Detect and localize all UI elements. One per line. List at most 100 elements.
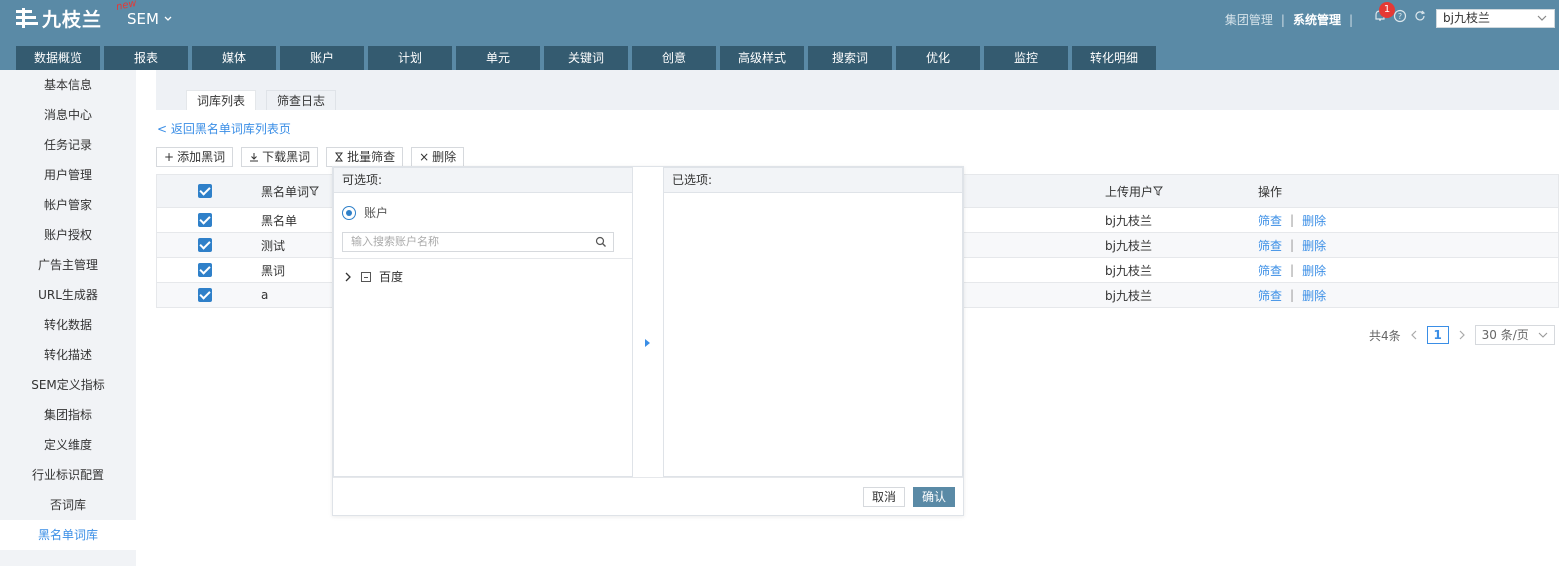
sidebar-item-conversion-desc[interactable]: 转化描述 [0,340,136,370]
nav-tab-account[interactable]: 账户 [280,46,364,70]
page-size-select[interactable]: 30 条/页 [1474,325,1555,345]
page-number[interactable]: 1 [1426,326,1449,344]
nav-tab-reports[interactable]: 报表 [104,46,188,70]
row-user: bj九枝兰 [1105,213,1152,228]
total-count: 共4条 [1369,328,1401,343]
sidebar-item-negative-words[interactable]: 否词库 [0,490,136,520]
collapse-icon[interactable] [361,271,371,282]
divider: | [1290,288,1295,302]
sidebar-item-user-management[interactable]: 用户管理 [0,160,136,190]
sidebar-item-account-steward[interactable]: 帐户管家 [0,190,136,220]
nav-tab-optimize[interactable]: 优化 [896,46,980,70]
account-search-input[interactable]: 输入搜索账户名称 [342,232,614,252]
row-word: 黑词 [261,263,286,278]
notification-badge: 1 [1379,2,1395,18]
add-blackword-button[interactable]: + 添加黑词 [156,147,234,167]
move-right-icon[interactable] [645,339,650,347]
screen-link[interactable]: 筛查 [1258,237,1282,254]
account-radio-label: 账户 [364,206,389,220]
sidebar-item-industry-config[interactable]: 行业标识配置 [0,460,136,490]
checkbox [198,263,212,277]
row-checkbox[interactable] [198,258,212,282]
system-management-link[interactable]: 系统管理 [1293,11,1341,28]
available-title: 可选项: [334,168,632,193]
help-icon[interactable]: ? [1393,9,1407,23]
batch-screen-label: 批量筛查 [347,150,396,164]
nav-tab-search-terms[interactable]: 搜索词 [808,46,892,70]
divider: | [1348,12,1353,27]
action-toolbar: + 添加黑词 下载黑词 批量筛查 × 删除 [156,147,465,167]
filter-icon[interactable] [1153,186,1163,196]
screen-link[interactable]: 筛查 [1258,287,1282,304]
refresh-icon[interactable] [1413,9,1427,23]
nav-tab-creative[interactable]: 创意 [632,46,716,70]
user-select[interactable]: bj九枝兰 [1436,9,1555,28]
nav-tab-media[interactable]: 媒体 [192,46,276,70]
row-checkbox[interactable] [198,283,212,307]
product-name: SEM [127,10,159,28]
sidebar-item-blacklist[interactable]: 黑名单词库 [0,520,136,550]
sidebar-item-basic-info[interactable]: 基本信息 [0,70,136,100]
delete-link[interactable]: 删除 [1302,287,1326,304]
tab-word-list[interactable]: 词库列表 [186,90,257,110]
screen-link[interactable]: 筛查 [1258,212,1282,229]
account-radio[interactable]: 账户 [342,204,388,221]
delete-link[interactable]: 删除 [1302,262,1326,279]
row-checkbox[interactable] [198,233,212,257]
account-selector-dialog: 可选项: 账户 输入搜索账户名称 百度 已选项: 取消 确认 [332,166,964,516]
tree-node-baidu[interactable]: 百度 [344,268,403,285]
row-ops: 筛查 | 删除 [1258,283,1326,307]
chevron-left-icon[interactable] [1409,330,1419,340]
tree-node-label: 百度 [379,270,404,284]
back-link[interactable]: < 返回黑名单词库列表页 [157,120,291,137]
download-blackword-button[interactable]: 下载黑词 [241,147,319,167]
delete-button[interactable]: × 删除 [411,147,465,167]
sidebar-item-account-auth[interactable]: 账户授权 [0,220,136,250]
sidebar-item-url-generator[interactable]: URL生成器 [0,280,136,310]
chevron-right-icon[interactable] [344,272,353,282]
tab-screening-log[interactable]: 筛查日志 [266,90,337,110]
user-name: bj九枝兰 [1443,11,1490,25]
screen-link[interactable]: 筛查 [1258,262,1282,279]
nav-tab-advanced-style[interactable]: 高级样式 [720,46,804,70]
top-links: 集团管理 | 系统管理 | [1225,11,1353,28]
svg-text:?: ? [1398,12,1402,21]
product-switcher[interactable]: SEM [127,10,173,28]
nav-tab-keywords[interactable]: 关键词 [544,46,628,70]
sidebar-item-conversion-data[interactable]: 转化数据 [0,310,136,340]
sidebar-item-task-log[interactable]: 任务记录 [0,130,136,160]
sidebar-item-message-center[interactable]: 消息中心 [0,100,136,130]
nav-tab-plan[interactable]: 计划 [368,46,452,70]
row-checkbox[interactable] [198,208,212,232]
chevron-down-icon [1538,332,1548,338]
search-icon[interactable] [595,236,607,248]
cancel-button[interactable]: 取消 [863,487,905,507]
sidebar-item-sem-metrics[interactable]: SEM定义指标 [0,370,136,400]
divider: | [1290,213,1295,227]
group-management-link[interactable]: 集团管理 [1225,11,1273,28]
filter-icon[interactable] [309,186,319,196]
search-placeholder: 输入搜索账户名称 [351,235,439,248]
sidebar-item-group-metrics[interactable]: 集团指标 [0,400,136,430]
row-ops: 筛查 | 删除 [1258,233,1326,257]
batch-screen-button[interactable]: 批量筛查 [326,147,404,167]
delete-link[interactable]: 删除 [1302,237,1326,254]
sidebar-item-dimensions[interactable]: 定义维度 [0,430,136,460]
sidebar-item-advertiser-management[interactable]: 广告主管理 [0,250,136,280]
confirm-button[interactable]: 确认 [913,487,955,507]
delete-link[interactable]: 删除 [1302,212,1326,229]
dialog-footer: 取消 确认 [333,477,963,515]
chevron-right-icon[interactable] [1457,330,1467,340]
col-operation: 操作 [1258,184,1283,199]
nav-tab-overview[interactable]: 数据概览 [16,46,100,70]
logo-icon [16,8,38,28]
select-all-checkbox[interactable] [198,175,212,207]
nav-tab-unit[interactable]: 单元 [456,46,540,70]
col-word: 黑名单词 [261,175,319,207]
logo[interactable]: 九枝兰 [16,6,102,31]
checkbox [198,184,212,198]
checkbox [198,213,212,227]
nav-tab-conversion-detail[interactable]: 转化明细 [1072,46,1156,70]
chevron-down-icon [164,16,172,21]
nav-tab-monitor[interactable]: 监控 [984,46,1068,70]
